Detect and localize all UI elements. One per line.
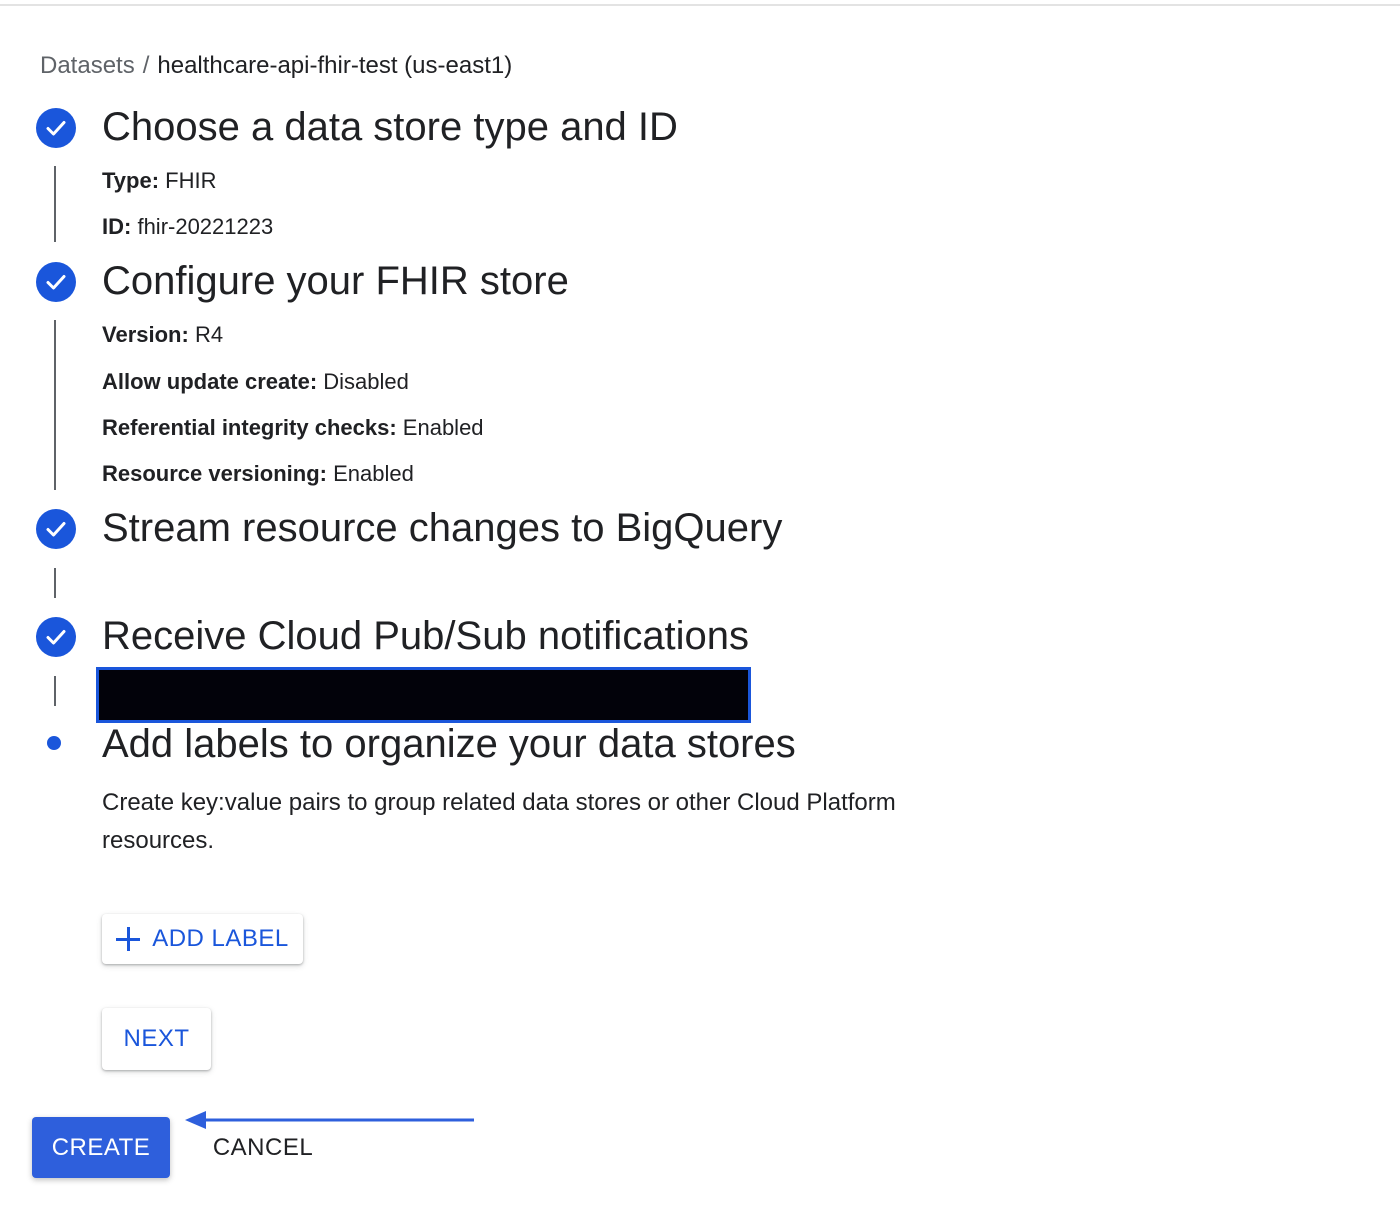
cancel-button[interactable]: CANCEL	[196, 1124, 330, 1172]
step-3-connector	[54, 568, 56, 598]
step-2-title[interactable]: Configure your FHIR store	[102, 257, 569, 305]
step-2-versioning-detail: Resource versioning: Enabled	[102, 459, 414, 489]
next-text: NEXT	[123, 1025, 190, 1052]
step-2-version-detail: Version: R4	[102, 320, 223, 350]
breadcrumb-datasets-link[interactable]: Datasets	[40, 52, 135, 79]
step-1-id-detail: ID: fhir-20221223	[102, 212, 273, 242]
redaction-box	[96, 667, 751, 723]
top-divider	[0, 4, 1400, 6]
version-label: Version:	[102, 322, 189, 347]
step-5-active-dot-icon	[47, 736, 61, 750]
versioning-label: Resource versioning:	[102, 461, 327, 486]
step-2-connector	[54, 320, 56, 490]
breadcrumb: Datasets / healthcare-api-fhir-test (us-ea…	[40, 50, 512, 82]
step-4-connector	[54, 676, 56, 706]
step-2-integrity-detail: Referential integrity checks: Enabled	[102, 413, 484, 443]
step-1-connector	[54, 166, 56, 242]
step-3-title[interactable]: Stream resource changes to BigQuery	[102, 504, 782, 552]
step-4-check-icon	[36, 617, 76, 657]
type-label: Type:	[102, 168, 160, 193]
step-4-title[interactable]: Receive Cloud Pub/Sub notifications	[102, 612, 749, 660]
step-2-update-create-detail: Allow update create: Disabled	[102, 367, 409, 397]
step-5-title[interactable]: Add labels to organize your data stores	[102, 720, 796, 768]
step-3-check-icon	[36, 509, 76, 549]
cancel-text: CANCEL	[212, 1134, 314, 1161]
breadcrumb-current: healthcare-api-fhir-test (us-east1)	[157, 52, 513, 79]
integrity-value: Enabled	[402, 415, 484, 440]
step-5-description: Create key:value pairs to group related …	[102, 789, 896, 854]
versioning-value: Enabled	[333, 461, 414, 486]
plus-icon	[116, 927, 141, 951]
integrity-label: Referential integrity checks:	[102, 415, 397, 440]
update-create-value: Disabled	[323, 369, 409, 394]
version-value: R4	[194, 322, 224, 347]
step-1-type-detail: Type: FHIR	[102, 166, 217, 196]
next-button[interactable]: NEXT	[102, 1008, 211, 1070]
update-create-label: Allow update create:	[102, 369, 318, 394]
add-label-text: ADD LABEL	[152, 925, 289, 952]
type-value: FHIR	[165, 168, 217, 193]
id-label: ID:	[102, 214, 132, 239]
create-data-store-page: Datasets / healthcare-api-fhir-test (us-ea…	[0, 0, 1400, 1207]
step-1-title[interactable]: Choose a data store type and ID	[102, 103, 678, 151]
id-value: fhir-20221223	[137, 214, 274, 239]
add-label-button[interactable]: ADD LABEL	[102, 914, 303, 964]
breadcrumb-separator: /	[142, 52, 150, 79]
create-text: CREATE	[51, 1133, 151, 1161]
create-button[interactable]: CREATE	[32, 1117, 170, 1178]
step-2-check-icon	[36, 262, 76, 302]
step-1-check-icon	[36, 108, 76, 148]
